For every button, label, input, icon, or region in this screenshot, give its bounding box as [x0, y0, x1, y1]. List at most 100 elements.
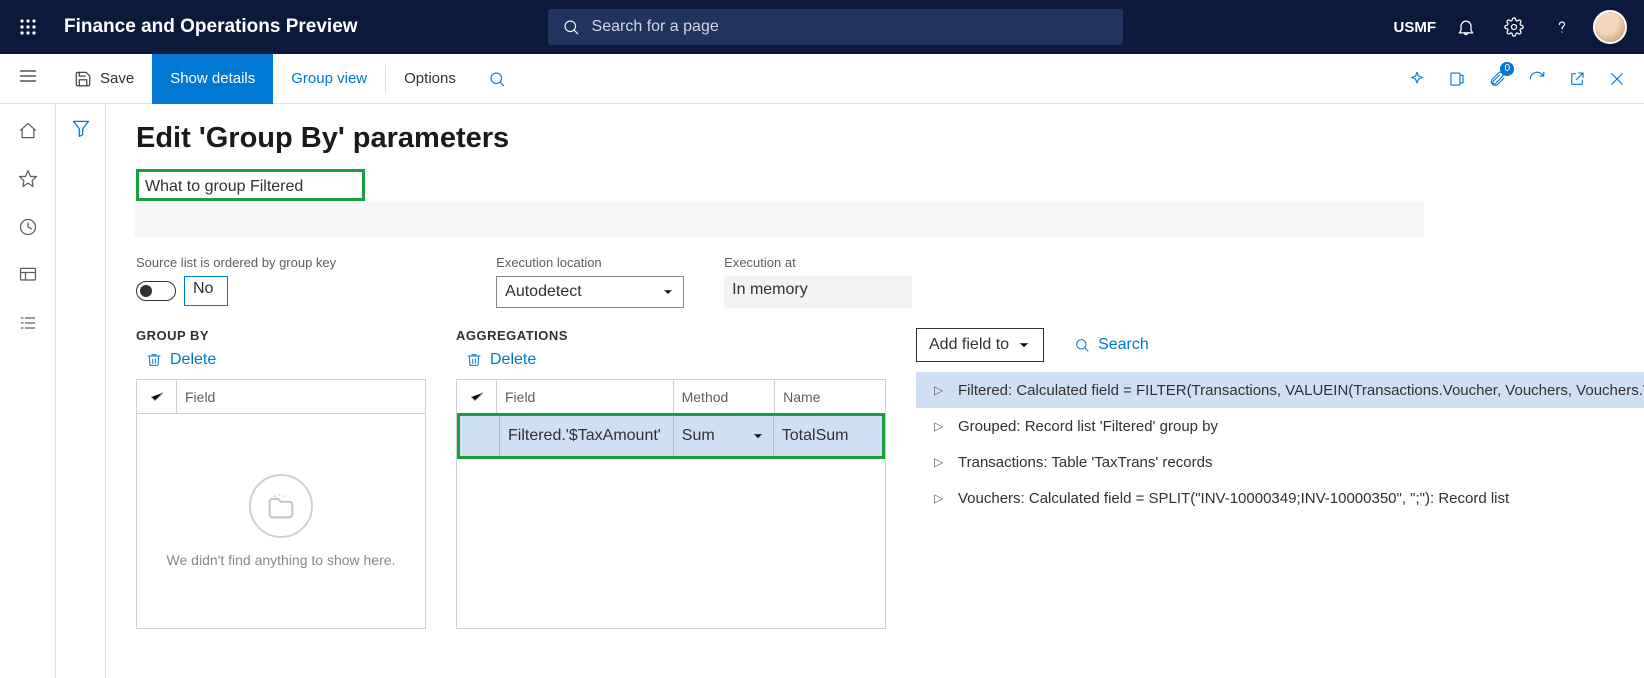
global-search-input[interactable]: [592, 18, 1109, 36]
header-right: USMF: [1394, 0, 1637, 54]
groupby-empty: We didn't find anything to show here.: [137, 414, 425, 628]
tree-search-button[interactable]: Search: [1074, 336, 1149, 354]
filter-rail: [56, 104, 106, 678]
tree-item-label: Transactions: Table 'TaxTrans' records: [958, 454, 1212, 471]
favorites-nav[interactable]: [8, 166, 48, 192]
aggregations-row-name[interactable]: TotalSum: [774, 416, 882, 456]
source-ordered-toggle[interactable]: [136, 281, 176, 301]
aggregations-grid-checkall[interactable]: [457, 380, 497, 413]
notifications-button[interactable]: [1444, 0, 1488, 54]
caret-icon: ▷: [934, 383, 944, 397]
tree-item-filtered[interactable]: ▷ Filtered: Calculated field = FILTER(Tr…: [916, 372, 1644, 408]
groupby-grid-checkall[interactable]: [137, 380, 177, 413]
aggregations-row-field[interactable]: Filtered.'$TaxAmount': [500, 416, 674, 456]
what-to-group-input[interactable]: [250, 176, 356, 196]
aggregations-row-method-value: Sum: [682, 427, 715, 445]
control-row: Source list is ordered by group key No E…: [136, 255, 1644, 308]
aggregations-delete-label: Delete: [490, 351, 536, 369]
popout-button[interactable]: [1558, 54, 1596, 104]
help-button[interactable]: [1540, 0, 1584, 54]
aggregations-selected-row-frame: Filtered.'$TaxAmount' Sum TotalSum: [457, 413, 885, 459]
tree-item-vouchers[interactable]: ▷ Vouchers: Calculated field = SPLIT("IN…: [916, 480, 1644, 516]
office-button[interactable]: [1438, 54, 1476, 104]
groupby-empty-text: We didn't find anything to show here.: [167, 552, 396, 568]
tree-item-grouped[interactable]: ▷ Grouped: Record list 'Filtered' group …: [916, 408, 1644, 444]
add-field-to-button[interactable]: Add field to: [916, 328, 1044, 362]
groupby-delete-button[interactable]: Delete: [146, 351, 426, 369]
attachments-button[interactable]: 0: [1478, 54, 1516, 104]
action-search-button[interactable]: [474, 54, 520, 104]
aggregations-name-colheader[interactable]: Name: [775, 380, 885, 413]
group-view-button[interactable]: Group view: [273, 54, 385, 104]
options-button[interactable]: Options: [386, 54, 474, 104]
add-field-to-label: Add field to: [929, 336, 1009, 354]
aggregations-column: AGGREGATIONS Delete Field Method Name: [456, 328, 886, 678]
app-launcher[interactable]: [8, 0, 48, 54]
home-nav[interactable]: [8, 118, 48, 144]
filter-toggle[interactable]: [71, 118, 91, 678]
tree-search-label: Search: [1098, 336, 1149, 354]
nav-toggle[interactable]: [18, 66, 38, 91]
aggregations-row-check[interactable]: [460, 416, 500, 456]
group-view-label: Group view: [291, 70, 367, 87]
aggregations-method-colheader[interactable]: Method: [674, 380, 776, 413]
actionbar: Save Show details Group view Options 0: [56, 54, 1644, 103]
groupby-grid-head: Field: [137, 380, 425, 414]
copilot-button[interactable]: [1398, 54, 1436, 104]
empty-icon: [249, 474, 313, 538]
workspaces-nav[interactable]: [8, 262, 48, 288]
aggregations-grid: Field Method Name Filtered.'$TaxAmount' …: [456, 379, 886, 629]
left-nav-rail: [0, 104, 56, 678]
app-title: Finance and Operations Preview: [64, 16, 358, 38]
exec-location-value: Autodetect: [505, 283, 582, 301]
user-avatar[interactable]: [1588, 0, 1632, 54]
show-details-button[interactable]: Show details: [152, 54, 273, 104]
page-title: Edit 'Group By' parameters: [136, 122, 1644, 155]
source-ordered-block: Source list is ordered by group key No: [136, 255, 336, 308]
aggregations-delete-button[interactable]: Delete: [466, 351, 886, 369]
what-to-group-label: What to group: [145, 178, 246, 195]
attachments-count: 0: [1500, 62, 1514, 76]
main-row: Edit 'Group By' parameters What to group…: [0, 104, 1644, 678]
tree-item-transactions[interactable]: ▷ Transactions: Table 'TaxTrans' records: [916, 444, 1644, 480]
close-button[interactable]: [1598, 54, 1636, 104]
nav-toggle-cell: [0, 54, 56, 103]
aggregations-row[interactable]: Filtered.'$TaxAmount' Sum TotalSum: [460, 416, 882, 456]
legal-entity[interactable]: USMF: [1394, 19, 1437, 36]
groupby-heading: GROUP BY: [136, 328, 426, 343]
what-to-group-block: What to group: [136, 169, 365, 201]
caret-icon: ▷: [934, 455, 944, 469]
source-ordered-value[interactable]: No: [184, 276, 228, 306]
aggregations-row-method[interactable]: Sum: [674, 416, 774, 456]
global-search[interactable]: [548, 9, 1123, 45]
save-button[interactable]: Save: [56, 54, 152, 104]
action-row: Save Show details Group view Options 0: [0, 54, 1644, 104]
settings-button[interactable]: [1492, 0, 1536, 54]
tree-item-label: Vouchers: Calculated field = SPLIT("INV-…: [958, 490, 1509, 507]
content: Edit 'Group By' parameters What to group…: [106, 104, 1644, 678]
groupby-column: GROUP BY Delete Field: [136, 328, 426, 678]
what-to-group-row-bg: [134, 201, 1424, 237]
show-details-label: Show details: [170, 70, 255, 87]
exec-at-label: Execution at: [724, 255, 912, 270]
actionbar-right: 0: [1398, 54, 1644, 104]
groupby-grid: Field We didn't find anything to show he…: [136, 379, 426, 629]
modules-nav[interactable]: [8, 310, 48, 336]
exec-location-select[interactable]: Autodetect: [496, 276, 684, 308]
save-label: Save: [100, 70, 134, 87]
options-label: Options: [404, 70, 456, 87]
aggregations-heading: AGGREGATIONS: [456, 328, 886, 343]
recent-nav[interactable]: [8, 214, 48, 240]
caret-icon: ▷: [934, 491, 944, 505]
groupby-field-colheader[interactable]: Field: [177, 389, 425, 405]
aggregations-field-colheader[interactable]: Field: [497, 380, 674, 413]
tree-item-label: Filtered: Calculated field = FILTER(Tran…: [958, 382, 1644, 399]
source-ordered-label: Source list is ordered by group key: [136, 255, 336, 270]
caret-icon: ▷: [934, 419, 944, 433]
exec-at-block: Execution at In memory: [724, 255, 912, 308]
tree-item-label: Grouped: Record list 'Filtered' group by: [958, 418, 1218, 435]
exec-at-value: In memory: [724, 276, 912, 308]
refresh-button[interactable]: [1518, 54, 1556, 104]
top-header: Finance and Operations Preview USMF: [0, 0, 1644, 54]
exec-location-block: Execution location Autodetect: [496, 255, 684, 308]
